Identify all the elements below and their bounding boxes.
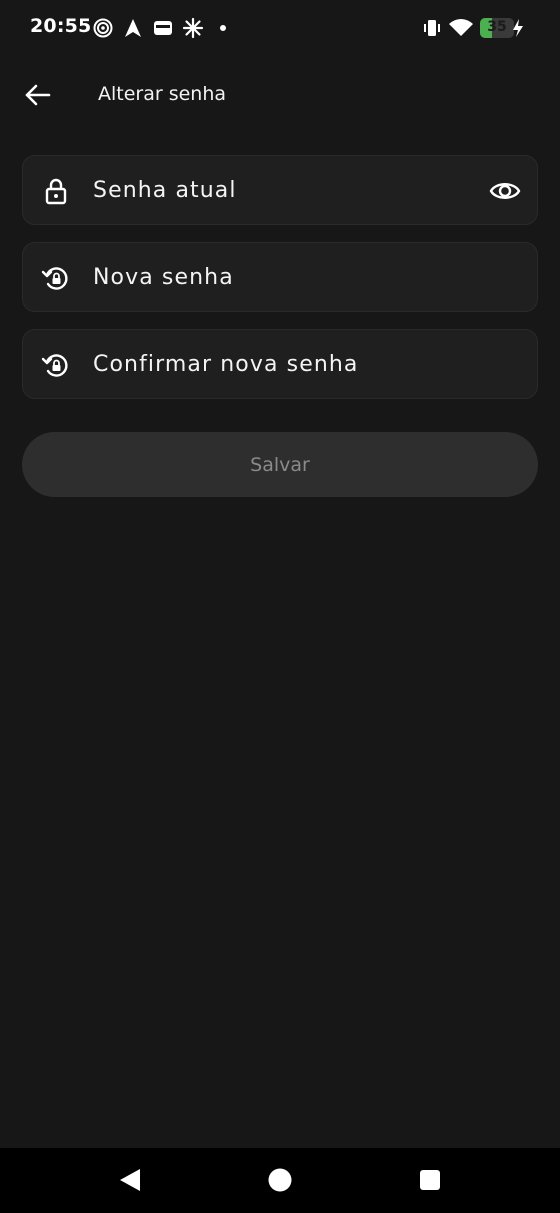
page-title: Alterar senha bbox=[98, 83, 227, 105]
new-password-field[interactable]: Nova senha bbox=[22, 242, 538, 312]
triangle-back-icon[interactable] bbox=[117, 1167, 143, 1193]
confirm-password-field[interactable]: Confirmar nova senha bbox=[22, 329, 538, 399]
square-recents-icon[interactable] bbox=[417, 1167, 443, 1193]
current-password-field[interactable]: Senha atual bbox=[22, 155, 538, 225]
app-bar: Alterar senha bbox=[0, 70, 560, 120]
back-arrow-icon[interactable] bbox=[22, 80, 54, 110]
lock-icon bbox=[45, 178, 67, 205]
confirm-password-placeholder: Confirmar nova senha bbox=[93, 352, 359, 377]
dot-icon bbox=[220, 25, 226, 31]
navigation-arrow-icon bbox=[125, 19, 141, 37]
eye-icon[interactable] bbox=[489, 176, 521, 206]
lock-reset-icon bbox=[41, 267, 68, 290]
spiral-icon bbox=[93, 18, 113, 38]
battery-indicator: 35 bbox=[480, 18, 514, 38]
lock-reset-icon bbox=[41, 354, 68, 377]
status-bar: 20:55 35 bbox=[0, 0, 560, 56]
wifi-icon bbox=[449, 19, 473, 36]
new-password-placeholder: Nova senha bbox=[93, 265, 234, 290]
circle-home-icon[interactable] bbox=[267, 1167, 293, 1193]
save-button[interactable]: Salvar bbox=[22, 432, 538, 497]
vibrate-icon bbox=[424, 20, 440, 36]
battery-percent-label: 35 bbox=[487, 19, 507, 35]
change-password-screen: 20:55 35 Alterar senha Senha atual Nova … bbox=[0, 0, 560, 1213]
save-button-label: Salvar bbox=[250, 453, 310, 476]
wallet-icon bbox=[154, 21, 172, 35]
system-nav-bar bbox=[0, 1148, 560, 1213]
charging-bolt-icon bbox=[513, 19, 523, 37]
sparkle-icon bbox=[182, 17, 204, 39]
current-password-placeholder: Senha atual bbox=[93, 178, 237, 203]
status-time: 20:55 bbox=[30, 15, 92, 37]
